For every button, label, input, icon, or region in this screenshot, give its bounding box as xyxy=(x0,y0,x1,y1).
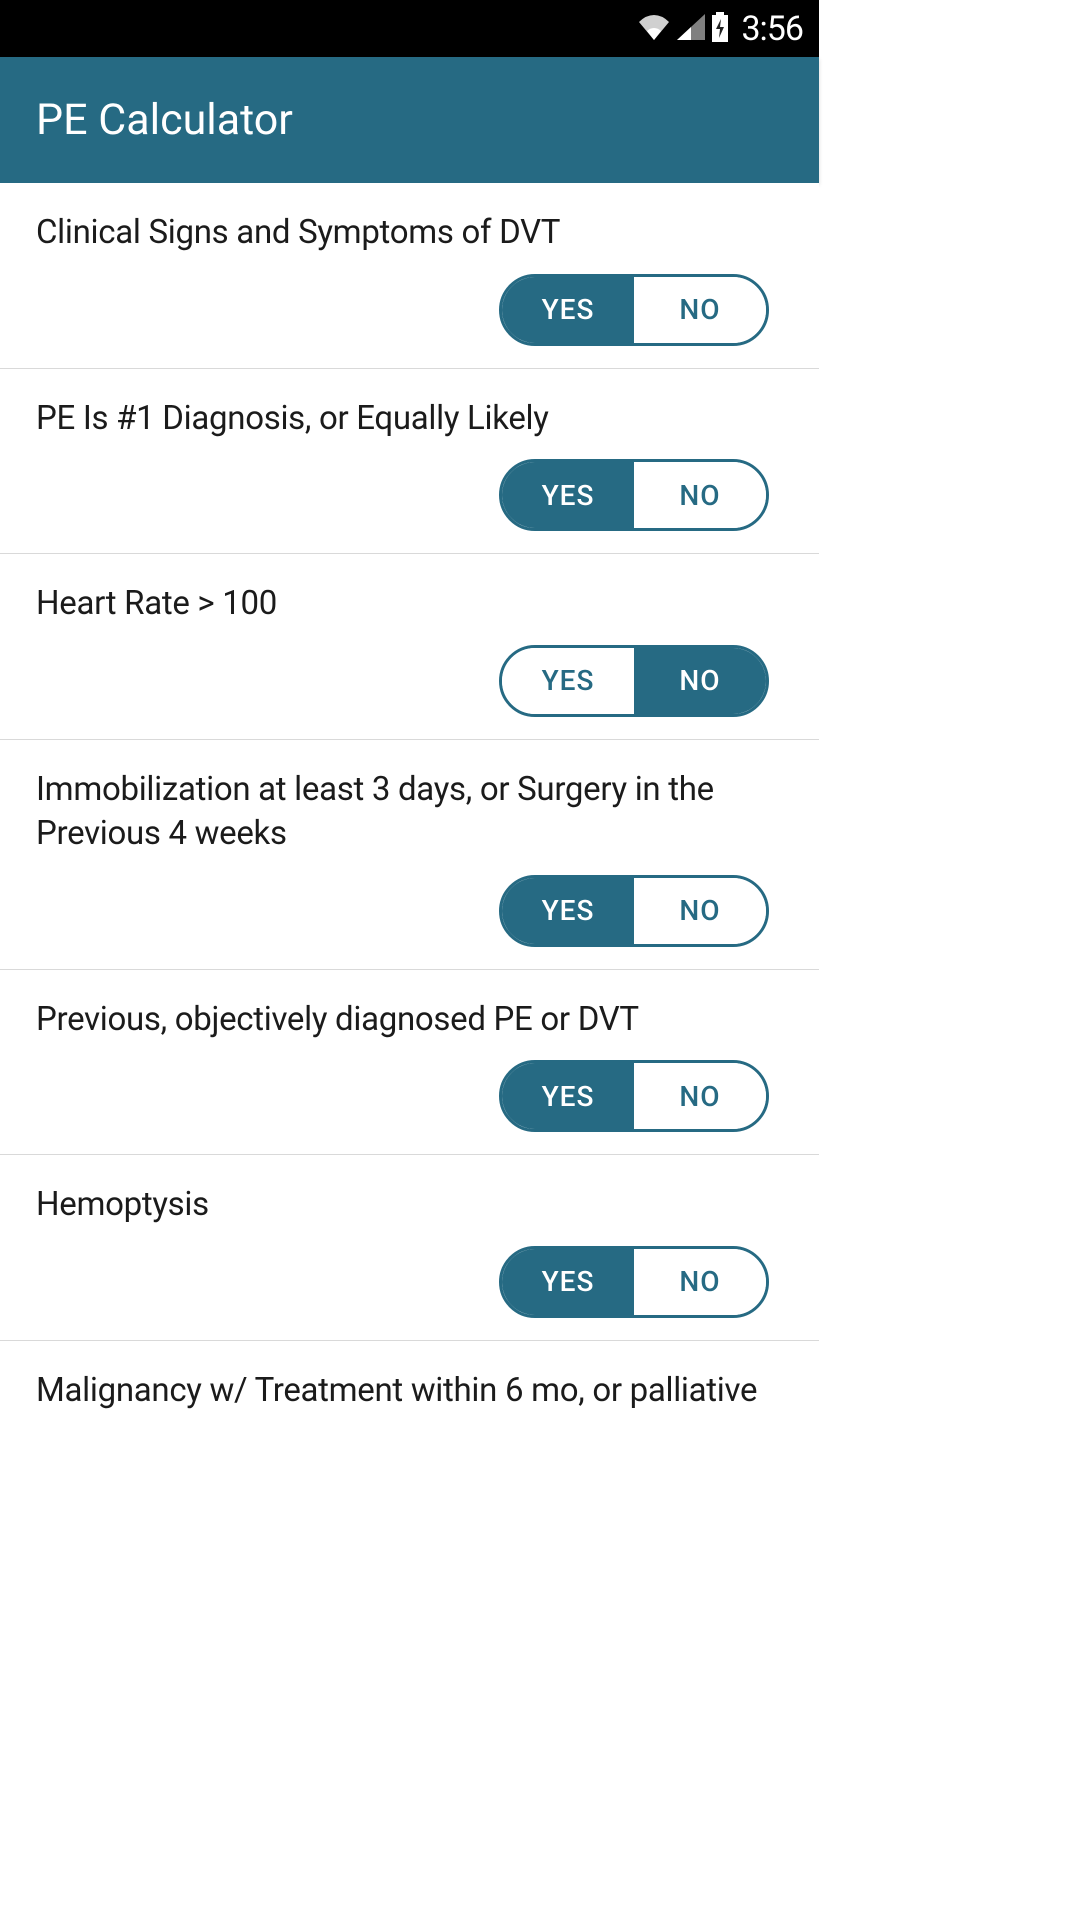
toggle-yes[interactable]: YES xyxy=(502,1063,634,1129)
question-label: Hemoptysis xyxy=(36,1183,783,1228)
question-label: PE Is #1 Diagnosis, or Equally Likely xyxy=(36,397,783,442)
toggle-row: YES NO xyxy=(36,256,783,346)
question-label: Immobilization at least 3 days, or Surge… xyxy=(36,768,783,857)
status-time: 3:56 xyxy=(741,9,803,49)
toggle-yes[interactable]: YES xyxy=(502,878,634,944)
toggle-yes[interactable]: YES xyxy=(502,462,634,528)
status-bar: 3:56 xyxy=(0,0,819,57)
toggle-no[interactable]: NO xyxy=(634,1249,766,1315)
yes-no-toggle[interactable]: YES NO xyxy=(499,875,769,947)
question-row: Heart Rate > 100 YES NO xyxy=(0,554,819,740)
toggle-row: YES NO xyxy=(36,1228,783,1318)
toggle-row: YES NO xyxy=(36,857,783,947)
toggle-yes[interactable]: YES xyxy=(502,648,634,714)
question-row: Clinical Signs and Symptoms of DVT YES N… xyxy=(0,183,819,369)
question-row: Previous, objectively diagnosed PE or DV… xyxy=(0,970,819,1156)
wifi-icon xyxy=(637,14,671,44)
toggle-no[interactable]: NO xyxy=(634,462,766,528)
toggle-no[interactable]: NO xyxy=(634,1063,766,1129)
question-row: Hemoptysis YES NO xyxy=(0,1155,819,1341)
toggle-no[interactable]: NO xyxy=(634,878,766,944)
yes-no-toggle[interactable]: YES NO xyxy=(499,1246,769,1318)
question-label: Malignancy w/ Treatment within 6 mo, or … xyxy=(36,1369,783,1414)
status-icons: 3:56 xyxy=(637,9,803,49)
battery-charging-icon xyxy=(711,12,729,46)
question-label: Clinical Signs and Symptoms of DVT xyxy=(36,211,783,256)
toggle-no[interactable]: NO xyxy=(634,648,766,714)
question-label: Heart Rate > 100 xyxy=(36,582,783,627)
question-row: PE Is #1 Diagnosis, or Equally Likely YE… xyxy=(0,369,819,555)
toggle-yes[interactable]: YES xyxy=(502,277,634,343)
toggle-row: YES NO xyxy=(36,1042,783,1132)
toggle-row: YES NO xyxy=(36,441,783,531)
toggle-yes[interactable]: YES xyxy=(502,1249,634,1315)
question-row: Malignancy w/ Treatment within 6 mo, or … xyxy=(0,1341,819,1436)
app-title: PE Calculator xyxy=(36,95,293,145)
yes-no-toggle[interactable]: YES NO xyxy=(499,1060,769,1132)
question-row: Immobilization at least 3 days, or Surge… xyxy=(0,740,819,970)
yes-no-toggle[interactable]: YES NO xyxy=(499,274,769,346)
yes-no-toggle[interactable]: YES NO xyxy=(499,645,769,717)
toggle-row: YES NO xyxy=(36,627,783,717)
question-label: Previous, objectively diagnosed PE or DV… xyxy=(36,998,783,1043)
app-bar: PE Calculator xyxy=(0,57,819,183)
yes-no-toggle[interactable]: YES NO xyxy=(499,459,769,531)
content-list: Clinical Signs and Symptoms of DVT YES N… xyxy=(0,183,819,1435)
cell-signal-icon xyxy=(677,14,705,44)
toggle-no[interactable]: NO xyxy=(634,277,766,343)
